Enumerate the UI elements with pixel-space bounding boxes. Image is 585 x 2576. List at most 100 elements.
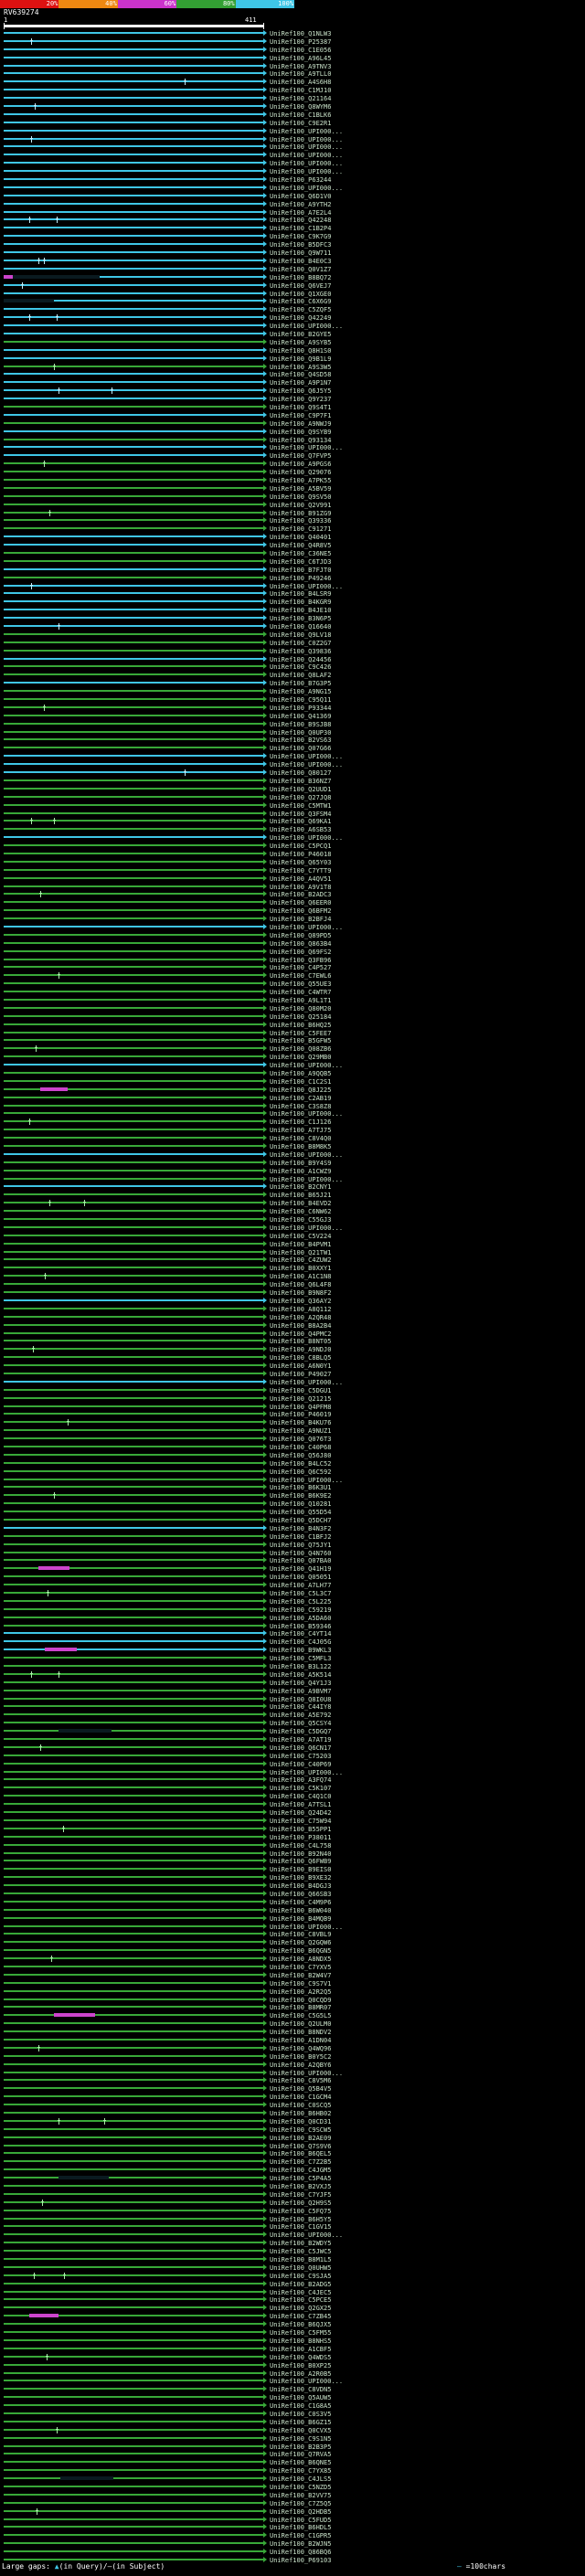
- alignment-bar[interactable]: [4, 227, 263, 228]
- alignment-bar[interactable]: [4, 1275, 263, 1277]
- hit-id-label[interactable]: UniRef100_C1GV15: [270, 2223, 331, 2231]
- hit-row[interactable]: UniRef100_C4ZUW2: [4, 1256, 581, 1264]
- alignment-bar[interactable]: [4, 519, 263, 521]
- alignment-bar[interactable]: [4, 560, 263, 562]
- hit-row[interactable]: UniRef100_A7TJ75: [4, 1126, 581, 1134]
- hit-id-label[interactable]: UniRef100_B8MR07: [270, 2004, 331, 2011]
- hit-id-label[interactable]: UniRef100_Q6L4F8: [270, 1281, 331, 1288]
- hit-row[interactable]: UniRef100_C6X6G9: [4, 297, 581, 305]
- alignment-bar[interactable]: [4, 2087, 263, 2089]
- hit-id-label[interactable]: UniRef100_C5FM55: [270, 2329, 331, 2337]
- alignment-bar[interactable]: [4, 2063, 263, 2065]
- alignment-bar[interactable]: [4, 1617, 263, 1618]
- hit-id-label[interactable]: UniRef100_C5K107: [270, 1785, 331, 1792]
- hit-id-label[interactable]: UniRef100_B3N6P5: [270, 615, 331, 622]
- hit-row[interactable]: UniRef100_A1C1N8: [4, 1272, 581, 1280]
- hit-id-label[interactable]: UniRef100_Q4N760: [270, 1550, 331, 1557]
- hit-id-label[interactable]: UniRef100_P93344: [270, 705, 331, 712]
- hit-id-label[interactable]: UniRef100_C1BLK6: [270, 111, 331, 119]
- hit-row[interactable]: UniRef100_B4LSR9: [4, 589, 581, 598]
- alignment-bar[interactable]: [4, 1340, 263, 1341]
- alignment-bar[interactable]: [4, 2177, 263, 2178]
- hit-id-label[interactable]: UniRef100_Q69KA1: [270, 818, 331, 825]
- hit-row[interactable]: UniRef100_A9L1T1: [4, 996, 581, 1004]
- alignment-bar[interactable]: [4, 1819, 263, 1821]
- hit-row[interactable]: UniRef100_UPI000...: [4, 1061, 581, 1069]
- hit-row[interactable]: UniRef100_UPI000...: [4, 752, 581, 760]
- hit-id-label[interactable]: UniRef100_C4P527: [270, 964, 331, 971]
- alignment-bar[interactable]: [4, 535, 263, 537]
- alignment-bar[interactable]: [4, 235, 263, 237]
- hit-id-label[interactable]: UniRef100_Q076T3: [270, 1436, 331, 1443]
- hit-row[interactable]: UniRef100_Q2GX25: [4, 2304, 581, 2312]
- alignment-bar[interactable]: [4, 2494, 263, 2496]
- alignment-bar[interactable]: [4, 2258, 263, 2260]
- alignment-bar[interactable]: [4, 251, 263, 253]
- hit-row[interactable]: UniRef100_A9BVM7: [4, 1687, 581, 1695]
- alignment-bar[interactable]: [4, 2193, 263, 2195]
- alignment-bar[interactable]: [4, 1178, 263, 1180]
- alignment-bar[interactable]: [4, 1949, 263, 1951]
- alignment-bar[interactable]: [4, 1990, 263, 1992]
- hit-row[interactable]: UniRef100_B2ADC3: [4, 890, 581, 898]
- alignment-bar[interactable]: [4, 454, 263, 456]
- hit-id-label[interactable]: UniRef100_Q56J80: [270, 1452, 331, 1459]
- hit-row[interactable]: UniRef100_Q39836: [4, 647, 581, 655]
- alignment-bar[interactable]: [4, 1852, 263, 1854]
- hit-id-label[interactable]: UniRef100_B9WKL3: [270, 1647, 331, 1654]
- hit-id-label[interactable]: UniRef100_A96L45: [270, 55, 331, 62]
- hit-row[interactable]: UniRef100_UPI000...: [4, 143, 581, 151]
- hit-row[interactable]: UniRef100_B92N40: [4, 1850, 581, 1858]
- alignment-bar[interactable]: [4, 1039, 263, 1041]
- hit-id-label[interactable]: UniRef100_A1DN04: [270, 2037, 331, 2044]
- hit-row[interactable]: UniRef100_Q75JY1: [4, 1541, 581, 1549]
- hit-row[interactable]: UniRef100_UPI000...: [4, 127, 581, 135]
- hit-row[interactable]: UniRef100_Q4Y1J3: [4, 1679, 581, 1687]
- hit-id-label[interactable]: UniRef100_C5FEE7: [270, 1030, 331, 1037]
- alignment-bar[interactable]: [4, 1828, 263, 1829]
- hit-row[interactable]: UniRef100_P93344: [4, 704, 581, 712]
- hit-id-label[interactable]: UniRef100_UPI000...: [270, 2231, 343, 2239]
- hit-row[interactable]: UniRef100_Q39336: [4, 516, 581, 525]
- hit-id-label[interactable]: UniRef100_UPI000...: [270, 583, 343, 590]
- hit-id-label[interactable]: UniRef100_B8M1L5: [270, 2256, 331, 2263]
- alignment-bar[interactable]: [4, 1592, 263, 1594]
- hit-id-label[interactable]: UniRef100_Q42248: [270, 217, 331, 224]
- hit-id-label[interactable]: UniRef100_C9E2R1: [270, 120, 331, 127]
- hit-id-label[interactable]: UniRef100_A9NDJ0: [270, 1346, 331, 1353]
- hit-row[interactable]: UniRef100_Q6EER0: [4, 898, 581, 906]
- hit-id-label[interactable]: UniRef100_C7YJF5: [270, 2191, 331, 2199]
- hit-id-label[interactable]: UniRef100_A5BV59: [270, 485, 331, 493]
- hit-row[interactable]: UniRef100_C1BFJ2: [4, 1532, 581, 1541]
- alignment-bar[interactable]: [4, 812, 263, 814]
- hit-id-label[interactable]: UniRef100_Q89PD5: [270, 932, 331, 939]
- hit-id-label[interactable]: UniRef100_A9L1T1: [270, 997, 331, 1004]
- hit-id-label[interactable]: UniRef100_Q40401: [270, 534, 331, 541]
- hit-id-label[interactable]: UniRef100_B2VV75: [270, 2492, 331, 2499]
- hit-row[interactable]: UniRef100_C9SCW5: [4, 2125, 581, 2134]
- alignment-bar[interactable]: [4, 1738, 263, 1740]
- alignment-bar[interactable]: [4, 2145, 263, 2147]
- hit-id-label[interactable]: UniRef100_C6NW62: [270, 1208, 331, 1215]
- alignment-bar[interactable]: [4, 2112, 263, 2114]
- hit-id-label[interactable]: UniRef100_C1G8A5: [270, 2402, 331, 2410]
- alignment-bar[interactable]: [4, 1632, 263, 1634]
- hit-id-label[interactable]: UniRef100_C95Q11: [270, 696, 331, 704]
- alignment-bar[interactable]: [4, 72, 263, 74]
- hit-row[interactable]: UniRef100_B2CNY1: [4, 1182, 581, 1191]
- hit-id-label[interactable]: UniRef100_C4JLS5: [270, 2475, 331, 2483]
- hit-row[interactable]: UniRef100_B0XXY1: [4, 1264, 581, 1272]
- hit-id-label[interactable]: UniRef100_Q07G66: [270, 745, 331, 752]
- hit-id-label[interactable]: UniRef100_C44IY8: [270, 1703, 331, 1711]
- alignment-bar[interactable]: [4, 373, 263, 375]
- hit-row[interactable]: UniRef100_A2R0B5: [4, 2369, 581, 2378]
- alignment-bar[interactable]: [4, 292, 263, 294]
- alignment-bar[interactable]: [4, 1023, 263, 1025]
- hit-id-label[interactable]: UniRef100_C0SCQ5: [270, 2102, 331, 2109]
- alignment-bar[interactable]: [4, 926, 263, 928]
- hit-id-label[interactable]: UniRef100_B9XE32: [270, 1874, 331, 1882]
- alignment-bar[interactable]: [4, 2542, 263, 2544]
- alignment-bar[interactable]: [4, 1966, 263, 1967]
- hit-id-label[interactable]: UniRef100_C7EWL6: [270, 972, 331, 980]
- alignment-bar[interactable]: [4, 154, 263, 155]
